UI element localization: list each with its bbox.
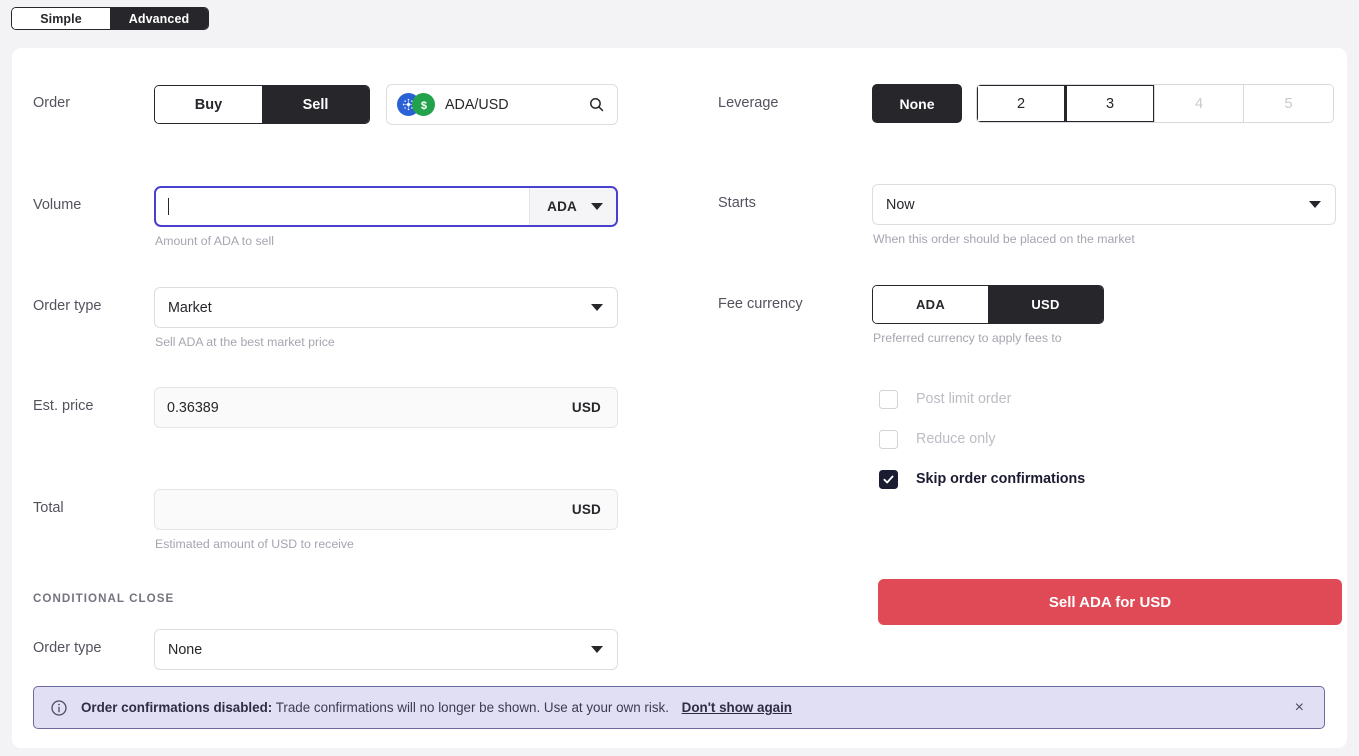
- pair-label: ADA/USD: [445, 96, 509, 113]
- order-type-label: Order type: [33, 298, 102, 314]
- fee-currency-toggle[interactable]: ADA USD: [872, 285, 1104, 324]
- volume-input[interactable]: [169, 188, 530, 225]
- buy-sell-toggle[interactable]: Buy Sell: [154, 85, 370, 124]
- est-price-field: USD: [154, 387, 618, 428]
- order-type-value: Market: [168, 299, 212, 316]
- chevron-down-icon: [1309, 201, 1321, 208]
- chevron-down-icon: [591, 203, 603, 210]
- starts-value: Now: [886, 196, 915, 213]
- order-confirmations-banner: Order confirmations disabled: Trade conf…: [33, 686, 1325, 729]
- post-limit-order-label: Post limit order: [916, 391, 1012, 407]
- reduce-only-label: Reduce only: [916, 431, 996, 447]
- volume-input-wrapper[interactable]: ADA: [154, 186, 618, 227]
- order-type-row: Order type Market Sell ADA at the best m…: [12, 287, 712, 349]
- fee-currency-hint: Preferred currency to apply fees to: [873, 331, 1062, 345]
- est-price-label: Est. price: [33, 398, 94, 414]
- conditional-close-order-type-value: None: [168, 641, 203, 658]
- conditional-close-order-type-label: Order type: [33, 640, 102, 656]
- sell-button[interactable]: Sell: [262, 86, 369, 123]
- est-price-row: Est. price USD: [12, 387, 712, 428]
- leverage-option-3[interactable]: 3: [1066, 85, 1155, 122]
- banner-body: Trade confirmations will no longer be sh…: [275, 700, 669, 715]
- tab-advanced[interactable]: Advanced: [110, 8, 208, 29]
- search-icon[interactable]: [588, 96, 605, 113]
- banner-message: Order confirmations disabled: Trade conf…: [81, 700, 1289, 715]
- buy-button[interactable]: Buy: [155, 86, 262, 123]
- conditional-close-heading: CONDITIONAL CLOSE: [33, 592, 175, 605]
- order-type-select[interactable]: Market: [154, 287, 618, 328]
- order-type-hint: Sell ADA at the best market price: [155, 335, 335, 349]
- skip-order-confirmations-label: Skip order confirmations: [916, 471, 1086, 487]
- order-options-group: Post limit order Reduce only Skip order …: [878, 389, 1347, 489]
- volume-unit-dropdown[interactable]: ADA: [529, 188, 616, 225]
- svg-text:$: $: [420, 99, 426, 111]
- leverage-row: Leverage None 2 3 4 5: [712, 84, 1347, 123]
- checkbox-unchecked-icon: [879, 389, 898, 409]
- skip-order-confirmations-option[interactable]: Skip order confirmations: [879, 469, 1347, 489]
- leverage-option-5: 5: [1244, 85, 1333, 122]
- total-value: [155, 490, 558, 529]
- tab-simple[interactable]: Simple: [12, 8, 110, 29]
- order-side-row: Order Buy Sell $ ADA/USD: [12, 84, 712, 125]
- leverage-options-group[interactable]: 2 3 4 5: [976, 84, 1334, 123]
- volume-label: Volume: [33, 197, 82, 213]
- total-label: Total: [33, 500, 64, 516]
- banner-title: Order confirmations disabled:: [81, 700, 273, 715]
- conditional-close-order-type-row: Order type None: [12, 629, 712, 670]
- volume-hint: Amount of ADA to sell: [155, 234, 274, 248]
- fee-currency-ada[interactable]: ADA: [873, 286, 988, 323]
- starts-hint: When this order should be placed on the …: [873, 232, 1135, 246]
- fee-currency-row: Fee currency ADA USD Preferred currency …: [712, 285, 1347, 345]
- leverage-label: Leverage: [718, 95, 779, 111]
- checkbox-unchecked-icon: [879, 429, 898, 449]
- pair-icons: $: [397, 93, 435, 116]
- post-limit-order-option: Post limit order: [879, 389, 1347, 409]
- mode-toggle[interactable]: Simple Advanced: [11, 7, 209, 30]
- order-form-card: Order Buy Sell $ ADA/USD Volume ADA Amou…: [12, 48, 1347, 748]
- starts-row: Starts Now When this order should be pla…: [712, 184, 1347, 246]
- leverage-option-4: 4: [1155, 85, 1244, 122]
- order-form-left-column: Order Buy Sell $ ADA/USD Volume ADA Amou…: [12, 48, 712, 670]
- est-price-value: [155, 388, 558, 427]
- info-circle-icon: [50, 699, 68, 717]
- pair-selector[interactable]: $ ADA/USD: [386, 84, 618, 125]
- volume-unit-label: ADA: [547, 199, 577, 214]
- total-unit: USD: [571, 502, 601, 517]
- total-field: USD: [154, 489, 618, 530]
- total-hint: Estimated amount of USD to receive: [155, 537, 354, 551]
- chevron-down-icon: [591, 304, 603, 311]
- chevron-down-icon: [591, 646, 603, 653]
- starts-label: Starts: [718, 195, 756, 211]
- checkbox-checked-icon[interactable]: [879, 469, 898, 489]
- dont-show-again-link[interactable]: Don't show again: [682, 700, 792, 715]
- conditional-close-order-type-select[interactable]: None: [154, 629, 618, 670]
- leverage-option-2[interactable]: 2: [977, 85, 1066, 122]
- usd-coin-icon: $: [412, 93, 435, 116]
- order-label: Order: [33, 95, 71, 111]
- submit-sell-order-button[interactable]: Sell ADA for USD: [878, 579, 1342, 625]
- close-banner-button[interactable]: ×: [1289, 696, 1310, 720]
- order-form-right-column: Leverage None 2 3 4 5 Starts Now When th…: [712, 48, 1347, 670]
- total-row: Total USD Estimated amount of USD to rec…: [12, 489, 712, 551]
- reduce-only-option: Reduce only: [879, 429, 1347, 449]
- fee-currency-usd[interactable]: USD: [988, 286, 1103, 323]
- volume-row: Volume ADA Amount of ADA to sell: [12, 186, 712, 248]
- leverage-none-button[interactable]: None: [872, 84, 962, 123]
- fee-currency-label: Fee currency: [718, 296, 803, 312]
- est-price-unit: USD: [571, 400, 601, 415]
- starts-select[interactable]: Now: [872, 184, 1336, 225]
